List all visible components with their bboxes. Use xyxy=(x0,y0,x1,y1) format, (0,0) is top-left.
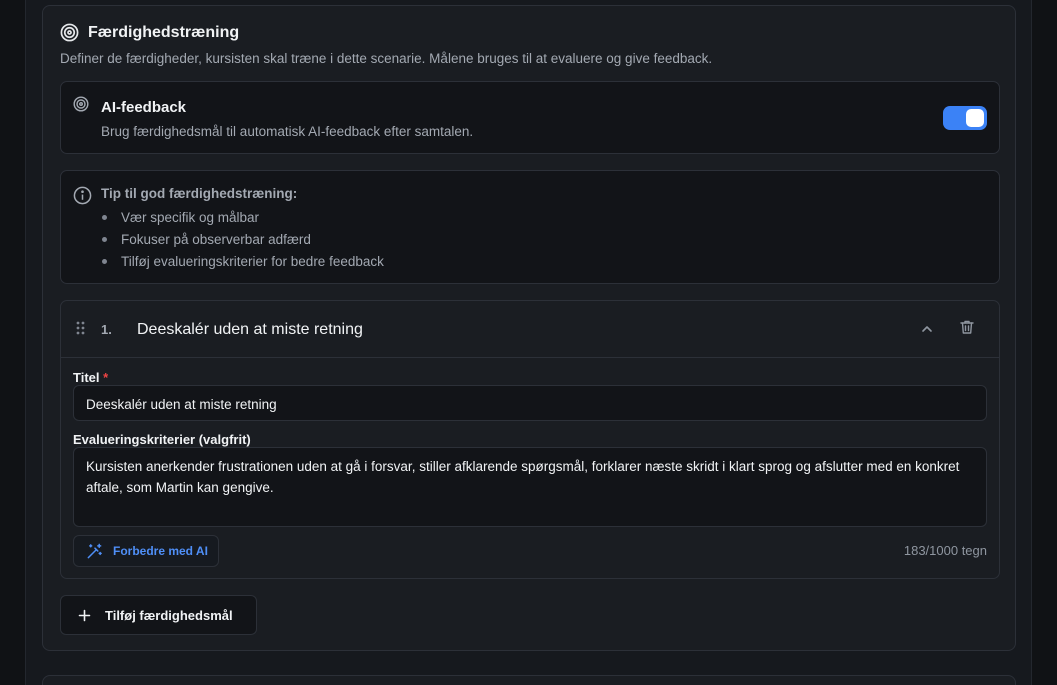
info-icon xyxy=(73,186,92,205)
skill-goal-number: 1. xyxy=(101,322,112,337)
criteria-textarea[interactable]: Kursisten anerkender frustrationen uden … xyxy=(73,447,987,527)
section-header: Færdighedstræning xyxy=(60,23,239,42)
required-mark: * xyxy=(103,370,109,385)
skill-training-section: Færdighedstræning Definer de færdigheder… xyxy=(42,5,1016,651)
toggle-knob xyxy=(966,109,984,127)
title-label-text: Titel xyxy=(73,370,100,385)
ai-feedback-description: Brug færdighedsmål til automatisk AI-fee… xyxy=(101,124,474,139)
tip-card: Tip til god færdighedstræning: Vær speci… xyxy=(60,170,1000,284)
character-counter: 183/1000 tegn xyxy=(903,543,987,558)
add-skill-goal-button[interactable]: Tilføj færdighedsmål xyxy=(60,595,257,635)
tip-item: Tilføj evalueringskriterier for bedre fe… xyxy=(101,253,384,275)
tip-item: Vær specifik og målbar xyxy=(101,209,384,231)
improve-with-ai-button[interactable]: Forbedre med AI xyxy=(73,535,219,567)
target-icon xyxy=(73,96,89,112)
ai-feedback-title: AI-feedback xyxy=(101,99,187,116)
magic-wand-icon xyxy=(86,543,103,560)
tip-list: Vær specifik og målbar Fokuser på observ… xyxy=(101,209,384,275)
trash-icon[interactable] xyxy=(959,319,975,335)
criteria-label: Evalueringskriterier (valgfrit) xyxy=(73,432,251,447)
title-input[interactable]: Deeskalér uden at miste retning xyxy=(73,385,987,421)
skill-goal-name: Deeskalér uden at miste retning xyxy=(137,321,363,338)
tip-title: Tip til god færdighedstræning: xyxy=(101,186,298,201)
improve-with-ai-label: Forbedre med AI xyxy=(113,544,208,558)
tip-item: Fokuser på observerbar adfærd xyxy=(101,231,384,253)
section-title: Færdighedstræning xyxy=(88,23,240,41)
target-icon xyxy=(60,23,79,42)
drag-handle-icon[interactable] xyxy=(76,321,85,335)
ai-feedback-card: AI-feedback Brug færdighedsmål til autom… xyxy=(60,81,1000,154)
section-description: Definer de færdigheder, kursisten skal t… xyxy=(60,51,713,66)
plus-icon xyxy=(78,609,91,622)
next-section xyxy=(42,675,1016,685)
skill-goal-card: 1. Deeskalér uden at miste retning Titel… xyxy=(60,300,1000,579)
ai-feedback-toggle[interactable] xyxy=(943,106,987,130)
skill-goal-header[interactable]: 1. Deeskalér uden at miste retning xyxy=(61,301,999,358)
chevron-up-icon[interactable] xyxy=(920,322,934,336)
add-skill-goal-label: Tilføj færdighedsmål xyxy=(105,607,233,623)
title-label: Titel * xyxy=(73,370,108,385)
